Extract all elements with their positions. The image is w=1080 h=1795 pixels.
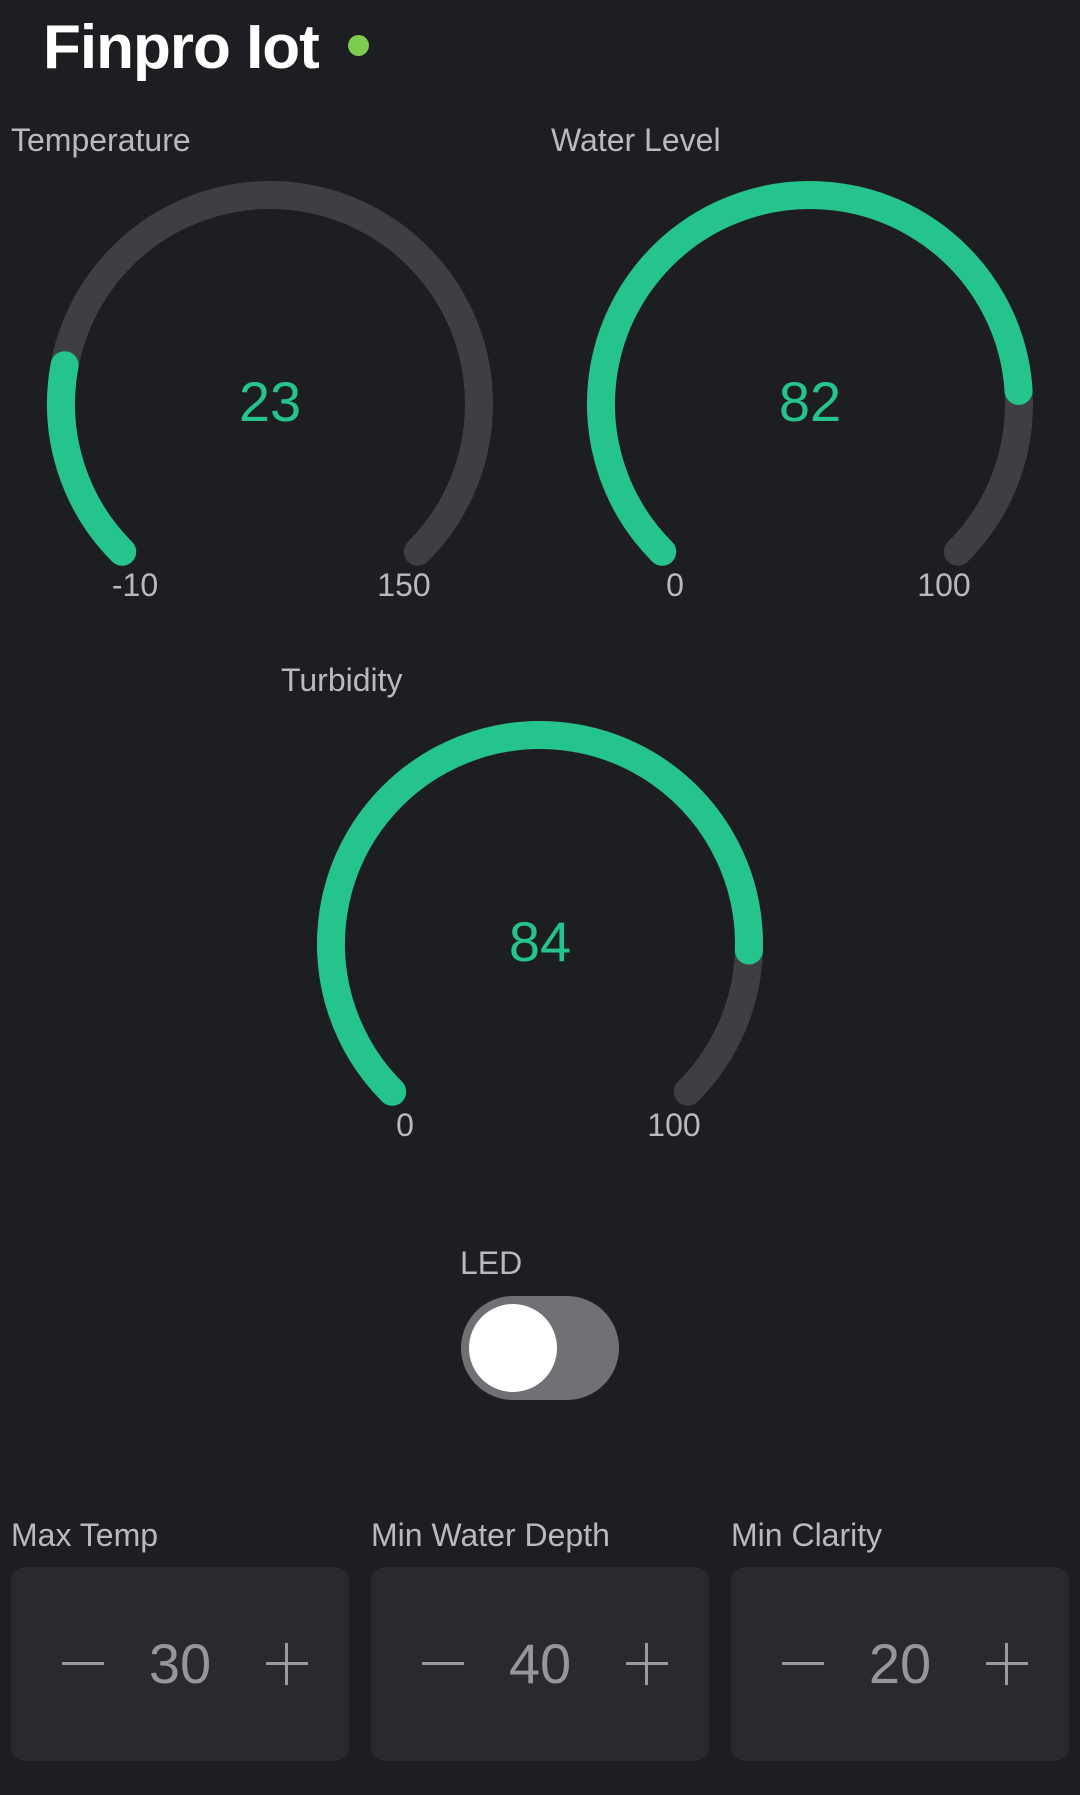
led-label: LED <box>460 1245 523 1281</box>
turbidity-min-label: 0 <box>396 1107 414 1143</box>
app-title: Finpro Iot <box>43 13 320 82</box>
min-water-depth-value: 40 <box>508 1632 572 1695</box>
led-toggle[interactable] <box>461 1296 619 1400</box>
water-level-value: 82 <box>778 370 842 433</box>
water-level-min-label: 0 <box>666 567 684 603</box>
online-status-indicator <box>348 35 369 56</box>
min-clarity-label: Min Clarity <box>731 1517 883 1553</box>
max-temp-stepper: 30 <box>11 1567 349 1761</box>
min-water-depth-label: Min Water Depth <box>371 1517 610 1553</box>
gauge-label-water-level: Water Level <box>551 122 721 158</box>
gauge-label-turbidity: Turbidity <box>281 662 403 698</box>
temperature-min-label: -10 <box>111 567 159 603</box>
max-temp-value: 30 <box>148 1632 212 1695</box>
min-clarity-increment-button[interactable] <box>965 1622 1049 1706</box>
gauge-label-temperature: Temperature <box>11 122 191 158</box>
water-level-max-label: 100 <box>917 567 971 603</box>
min-clarity-stepper: 20 <box>731 1567 1069 1761</box>
turbidity-value: 84 <box>508 910 572 973</box>
temperature-value: 23 <box>238 370 302 433</box>
temperature-gauge: 23 -10 150 <box>40 180 500 603</box>
min-water-depth-stepper: 40 <box>371 1567 709 1761</box>
temperature-max-label: 150 <box>377 567 431 603</box>
turbidity-max-label: 100 <box>647 1107 701 1143</box>
water-level-gauge: 82 0 100 <box>580 180 1040 603</box>
max-temp-label: Max Temp <box>11 1517 159 1553</box>
max-temp-increment-button[interactable] <box>245 1622 329 1706</box>
toggle-knob[interactable] <box>469 1304 557 1392</box>
turbidity-gauge: 84 0 100 <box>310 720 770 1143</box>
min-water-depth-increment-button[interactable] <box>605 1622 689 1706</box>
min-clarity-value: 20 <box>868 1632 932 1695</box>
